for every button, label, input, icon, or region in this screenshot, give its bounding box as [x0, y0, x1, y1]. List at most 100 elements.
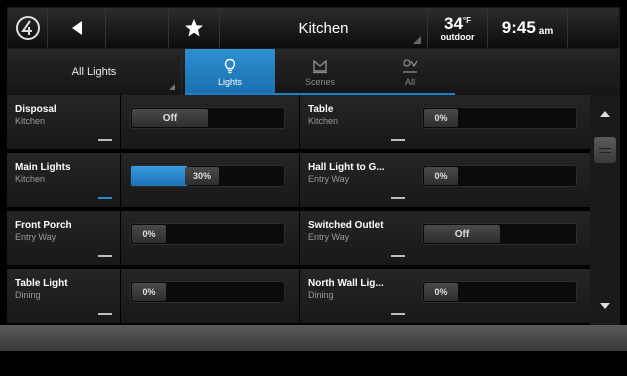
device-label-front-porch[interactable]: Front Porch Entry Way: [7, 211, 120, 265]
hall-light-dimmer-slider[interactable]: 0%: [422, 165, 577, 187]
temperature-unit: F: [466, 15, 471, 25]
device-room: Entry Way: [308, 174, 350, 184]
clock-ampm: am: [538, 25, 554, 37]
tab-scenes[interactable]: Scenes: [275, 49, 365, 95]
clock: 9:45 am: [488, 8, 568, 48]
bottom-bar: [0, 325, 627, 351]
device-row: Disposal Kitchen Off Table Kitchen 0%: [7, 95, 591, 150]
room-selector[interactable]: All Lights: [7, 49, 182, 95]
status-indicator: [391, 139, 405, 141]
top-bar: Kitchen 34°F outdoor 9:45 am: [7, 7, 620, 49]
device-row: Table Light Dining 0% North Wall Lig... …: [7, 269, 591, 324]
slider-fill: [131, 166, 187, 186]
slider-thumb[interactable]: 0%: [132, 283, 166, 301]
chevron-up-icon: [600, 111, 610, 117]
home-logo-button[interactable]: [8, 8, 48, 48]
device-name: Main Lights: [15, 162, 71, 173]
corner-indicator-icon: [169, 84, 175, 90]
weather-display[interactable]: 34°F outdoor: [428, 8, 488, 48]
corner-indicator-icon: [413, 36, 421, 44]
device-name: Hall Light to G...: [308, 162, 385, 173]
status-indicator: [98, 139, 112, 141]
device-row: Front Porch Entry Way 0% Switched Outlet…: [7, 211, 591, 266]
room-selector-label: All Lights: [71, 66, 117, 78]
tab-lights[interactable]: Lights: [185, 49, 275, 95]
clock-time: 9:45: [501, 18, 536, 37]
status-indicator: [391, 197, 405, 199]
device-name: Switched Outlet: [308, 220, 384, 231]
device-control-main-lights: 30%: [121, 153, 299, 207]
slider-thumb[interactable]: 0%: [424, 167, 458, 185]
favorites-button[interactable]: [168, 8, 220, 48]
status-indicator: [98, 197, 112, 199]
device-name: Front Porch: [15, 220, 72, 231]
slider-thumb[interactable]: 0%: [424, 109, 458, 127]
device-label-switched-outlet[interactable]: Switched Outlet Entry Way: [300, 211, 413, 265]
all-icon: [403, 58, 418, 73]
main-lights-dimmer-slider[interactable]: 30%: [130, 165, 285, 187]
device-label-table-light[interactable]: Table Light Dining: [7, 269, 120, 323]
device-room: Kitchen: [308, 116, 339, 126]
status-indicator: [98, 255, 112, 257]
page-title: Kitchen: [298, 19, 349, 37]
device-label-main-lights[interactable]: Main Lights Kitchen: [7, 153, 120, 207]
device-control-hall-light: 0%: [413, 153, 591, 207]
switched-outlet-toggle[interactable]: Off: [422, 223, 577, 245]
temperature-value: 34: [443, 13, 463, 33]
device-control-north-wall-light: 0%: [413, 269, 591, 323]
table-dimmer-slider[interactable]: 0%: [422, 107, 577, 129]
device-row: Main Lights Kitchen 30% Hall Light to G.…: [7, 153, 591, 208]
device-name: Table Light: [15, 278, 68, 289]
device-name: North Wall Lig...: [308, 278, 384, 289]
toggle-knob[interactable]: Off: [132, 109, 208, 127]
scrollbar[interactable]: [590, 95, 620, 325]
scroll-thumb[interactable]: [594, 137, 616, 163]
device-room: Dining: [308, 290, 334, 300]
device-name: Table: [308, 104, 334, 115]
scenes-icon: [313, 59, 327, 73]
device-room: Kitchen: [15, 174, 46, 184]
scroll-up-button[interactable]: [590, 101, 620, 127]
device-control-table: 0%: [413, 95, 591, 149]
table-light-dimmer-slider[interactable]: 0%: [130, 281, 285, 303]
back-arrow-icon: [71, 21, 82, 35]
tab-label: Scenes: [304, 76, 336, 87]
device-room: Kitchen: [15, 116, 46, 126]
device-room: Dining: [15, 290, 41, 300]
device-control-disposal: Off: [121, 95, 299, 149]
slider-thumb[interactable]: 0%: [424, 283, 458, 301]
front-porch-dimmer-slider[interactable]: 0%: [130, 223, 285, 245]
device-label-table[interactable]: Table Kitchen: [300, 95, 413, 149]
status-indicator: [391, 313, 405, 315]
device-room: Entry Way: [308, 232, 350, 242]
star-icon: [185, 19, 203, 37]
device-label-disposal[interactable]: Disposal Kitchen: [7, 95, 120, 149]
device-grid: Disposal Kitchen Off Table Kitchen 0% Ma…: [7, 95, 591, 325]
device-control-switched-outlet: Off: [413, 211, 591, 265]
toggle-knob[interactable]: Off: [424, 225, 500, 243]
device-name: Disposal: [15, 104, 57, 115]
device-label-north-wall-light[interactable]: North Wall Lig... Dining: [300, 269, 413, 323]
tab-bar: All Lights Lights Scenes All: [7, 49, 620, 95]
status-indicator: [391, 255, 405, 257]
temperature-label: outdoor: [440, 31, 475, 42]
north-wall-dimmer-slider[interactable]: 0%: [422, 281, 577, 303]
status-indicator: [98, 313, 112, 315]
logo-icon: [15, 16, 40, 40]
bulb-icon: [224, 58, 236, 73]
device-control-front-porch: 0%: [121, 211, 299, 265]
room-title-button[interactable]: Kitchen: [220, 8, 428, 48]
slider-thumb[interactable]: 30%: [185, 167, 219, 185]
device-room: Entry Way: [15, 232, 57, 242]
tab-label: Lights: [217, 76, 243, 87]
device-control-table-light: 0%: [121, 269, 299, 323]
disposal-toggle[interactable]: Off: [130, 107, 285, 129]
slider-thumb[interactable]: 0%: [132, 225, 166, 243]
tab-all[interactable]: All: [365, 49, 455, 95]
chevron-down-icon: [600, 303, 610, 309]
tab-label: All: [404, 76, 415, 87]
scroll-down-button[interactable]: [590, 293, 620, 319]
back-button[interactable]: [48, 8, 106, 48]
device-label-hall-light[interactable]: Hall Light to G... Entry Way: [300, 153, 413, 207]
